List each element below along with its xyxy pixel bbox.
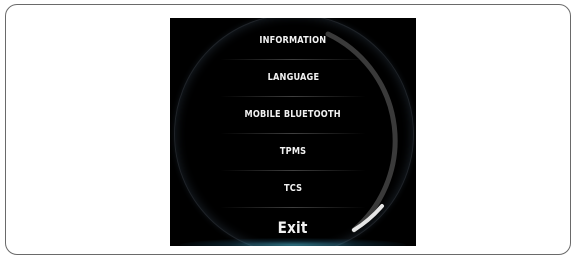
menu-item-label: MOBILE BLUETOOTH [244,109,342,120]
menu-item-label: INFORMATION [259,35,327,46]
menu-item-label: Exit [278,218,308,237]
settings-menu: INFORMATION LANGUAGE MOBILE BLUETOOTH TP… [170,18,416,246]
menu-item-label: TPMS [279,146,307,157]
menu-item-information[interactable]: INFORMATION [170,22,416,59]
menu-item-language[interactable]: LANGUAGE [170,59,416,96]
menu-item-mobile-bluetooth[interactable]: MOBILE BLUETOOTH [170,96,416,133]
dashboard-screen: INFORMATION LANGUAGE MOBILE BLUETOOTH TP… [170,18,416,246]
menu-item-tpms[interactable]: TPMS [170,133,416,170]
menu-item-label: LANGUAGE [267,72,319,83]
divider [220,207,366,208]
menu-item-label: TCS [283,183,303,194]
menu-item-exit[interactable]: Exit [170,209,416,246]
menu-item-tcs[interactable]: TCS [170,170,416,207]
